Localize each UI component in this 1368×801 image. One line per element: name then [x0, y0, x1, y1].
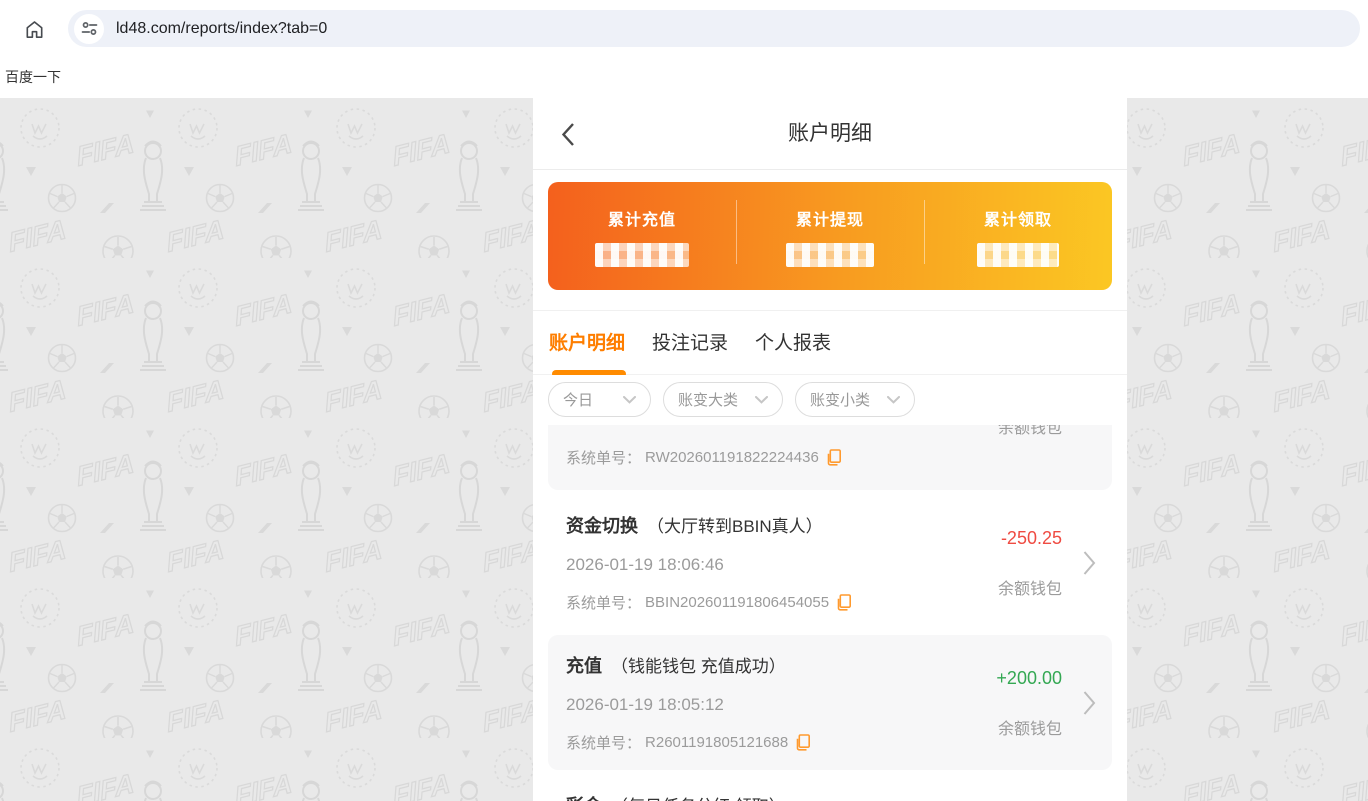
transaction-type: 充值 — [566, 656, 602, 676]
bookmarks-bar: 百度一下 — [0, 56, 1368, 98]
chevron-down-icon — [623, 396, 636, 404]
stats-section: 累计充值 累计提现 累计领取 — [533, 170, 1127, 311]
stat-total-deposit: 累计充值 — [548, 206, 736, 267]
copy-icon[interactable] — [796, 734, 811, 751]
chevron-down-icon — [755, 396, 768, 404]
transaction-row[interactable]: 充值（钱能钱包 充值成功） 2026-01-19 18:05:12 系统单号：R… — [548, 635, 1112, 770]
chevron-right-icon — [1083, 690, 1096, 716]
copy-icon[interactable] — [827, 449, 842, 466]
transaction-type: 彩金 — [566, 796, 602, 801]
tab-bet-records[interactable]: 投注记录 — [652, 328, 728, 355]
wallet-label: 余额钱包 — [998, 425, 1062, 438]
tab-account-detail[interactable]: 账户明细 — [549, 328, 625, 355]
transaction-row[interactable]: 资金切换（大厅转到BBIN真人） 2026-01-19 18:06:46 系统单… — [548, 495, 1112, 630]
chevron-left-icon — [561, 122, 575, 147]
back-button[interactable] — [561, 122, 575, 152]
order-number: BBIN202601191806454055 — [645, 594, 829, 611]
transaction-note: （大厅转到BBIN真人） — [647, 517, 823, 536]
transaction-note: （每日任务分红 领取） — [611, 797, 786, 801]
wallet-label: 余额钱包 — [996, 715, 1062, 739]
tabs-bar: 账户明细 投注记录 个人报表 — [533, 311, 1127, 375]
filter-date-select[interactable]: 今日 — [548, 382, 651, 417]
wallet-label: 余额钱包 — [998, 575, 1062, 599]
order-label: 系统单号： — [566, 732, 641, 753]
home-icon — [23, 18, 46, 41]
filter-minor-category-select[interactable]: 账变小类 — [795, 382, 915, 417]
copy-icon[interactable] — [837, 594, 852, 611]
transaction-amount: -250.25 — [1001, 528, 1062, 548]
transaction-type: 资金切换 — [566, 516, 638, 536]
account-detail-panel: 账户明细 累计充值 累计提现 累计领取 账户明细 — [533, 98, 1127, 801]
filter-label: 今日 — [563, 389, 593, 410]
stat-total-withdraw: 累计提现 — [736, 206, 924, 267]
tab-personal-report[interactable]: 个人报表 — [755, 328, 831, 355]
transaction-row[interactable]: 彩金 （每日任务分红 领取） — [548, 775, 1112, 801]
stat-label: 累计提现 — [736, 206, 924, 230]
site-settings-button[interactable] — [74, 14, 104, 44]
order-label: 系统单号： — [566, 592, 641, 613]
stat-total-claim: 累计领取 — [924, 206, 1112, 267]
filter-label: 账变小类 — [810, 389, 870, 410]
chevron-right-icon — [1083, 550, 1096, 576]
url-bar[interactable]: ld48.com/reports/index?tab=0 — [68, 10, 1360, 47]
transaction-note: （钱能钱包 充值成功） — [611, 657, 786, 676]
stat-label: 累计领取 — [924, 206, 1112, 230]
transaction-list: 2026-01-19 18:22:22 系统单号：RW2026011918222… — [548, 425, 1112, 801]
page-background: FIFA — [0, 98, 1368, 801]
stats-card: 累计充值 累计提现 累计领取 — [548, 182, 1112, 290]
browser-toolbar: ld48.com/reports/index?tab=0 — [0, 0, 1368, 56]
filter-label: 账变大类 — [678, 389, 738, 410]
home-button[interactable] — [21, 16, 47, 42]
order-number: RW202601191822224436 — [645, 449, 819, 466]
redacted-value — [595, 243, 689, 267]
bookmark-baidu[interactable]: 百度一下 — [5, 67, 61, 87]
panel-header: 账户明细 — [533, 98, 1127, 170]
transaction-row[interactable]: 2026-01-19 18:22:22 系统单号：RW2026011918222… — [548, 425, 1112, 490]
redacted-value — [977, 243, 1059, 267]
redacted-value — [786, 243, 874, 267]
tune-icon — [81, 21, 98, 36]
stat-label: 累计充值 — [548, 206, 736, 230]
order-label: 系统单号： — [566, 447, 641, 468]
chevron-down-icon — [887, 396, 900, 404]
filters-bar: 今日 账变大类 账变小类 — [533, 375, 1127, 425]
page-title: 账户明细 — [533, 98, 1127, 169]
transaction-amount: +200.00 — [996, 668, 1062, 688]
filter-major-category-select[interactable]: 账变大类 — [663, 382, 783, 417]
order-number: R2601191805121688 — [645, 734, 788, 751]
url-text: ld48.com/reports/index?tab=0 — [116, 20, 327, 38]
